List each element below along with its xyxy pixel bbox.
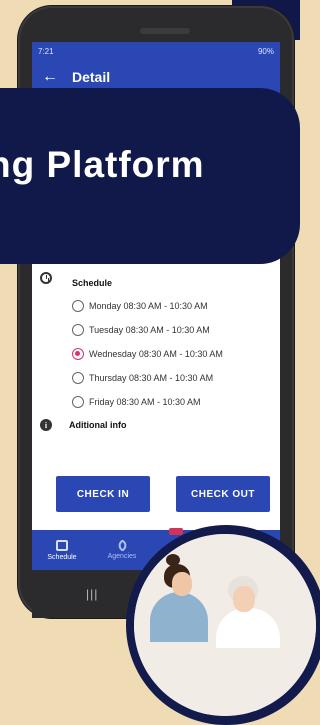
radio-button-selected[interactable] [72,348,84,360]
additional-info-label: Aditional info [69,420,127,430]
schedule-option-friday[interactable]: Friday 08:30 AM - 10:30 AM [72,390,272,414]
schedule-option-label: Wednesday 08:30 AM - 10:30 AM [89,349,223,359]
schedule-option-label: Friday 08:30 AM - 10:30 AM [89,397,201,407]
status-battery: 90% [257,46,274,56]
schedule-options: Monday 08:30 AM - 10:30 AM Tuesday 08:30… [72,294,272,414]
clock-icon [40,272,52,284]
tag-icon [115,538,129,552]
phone-speaker [140,28,190,34]
schedule-option-label: Thursday 08:30 AM - 10:30 AM [89,373,214,383]
schedule-option-tuesday[interactable]: Tuesday 08:30 AM - 10:30 AM [72,318,272,342]
additional-info-row[interactable]: i Aditional info [40,419,127,431]
arrow-left-icon[interactable]: ← [42,68,72,86]
schedule-option-wednesday[interactable]: Wednesday 08:30 AM - 10:30 AM [72,342,272,366]
calendar-icon [56,539,68,551]
schedule-option-label: Monday 08:30 AM - 10:30 AM [89,301,208,311]
radio-button[interactable] [72,300,84,312]
status-time: 7:21 [38,46,54,56]
radio-button[interactable] [72,396,84,408]
radio-button[interactable] [72,372,84,384]
promo-banner: ng Platform [0,88,300,264]
schedule-option-thursday[interactable]: Thursday 08:30 AM - 10:30 AM [72,366,272,390]
check-out-button[interactable]: CHECK OUT [176,476,270,512]
banner-text: ng Platform [0,144,205,185]
schedule-option-label: Tuesday 08:30 AM - 10:30 AM [89,325,210,335]
caregiver-photo [134,534,316,716]
status-bar: 7:21 90% [32,42,280,60]
nav-item-schedule[interactable]: Schedule [32,530,92,570]
page-title: Detail [72,69,111,85]
radio-button[interactable] [72,324,84,336]
check-in-button[interactable]: CHECK IN [56,476,150,512]
info-icon: i [40,419,52,431]
schedule-option-monday[interactable]: Monday 08:30 AM - 10:30 AM [72,294,272,318]
nav-label: Agencies [107,552,137,560]
schedule-label: Schedule [72,278,113,288]
nav-label: Schedule [47,553,77,561]
recent-apps-icon[interactable]: ||| [86,587,98,601]
